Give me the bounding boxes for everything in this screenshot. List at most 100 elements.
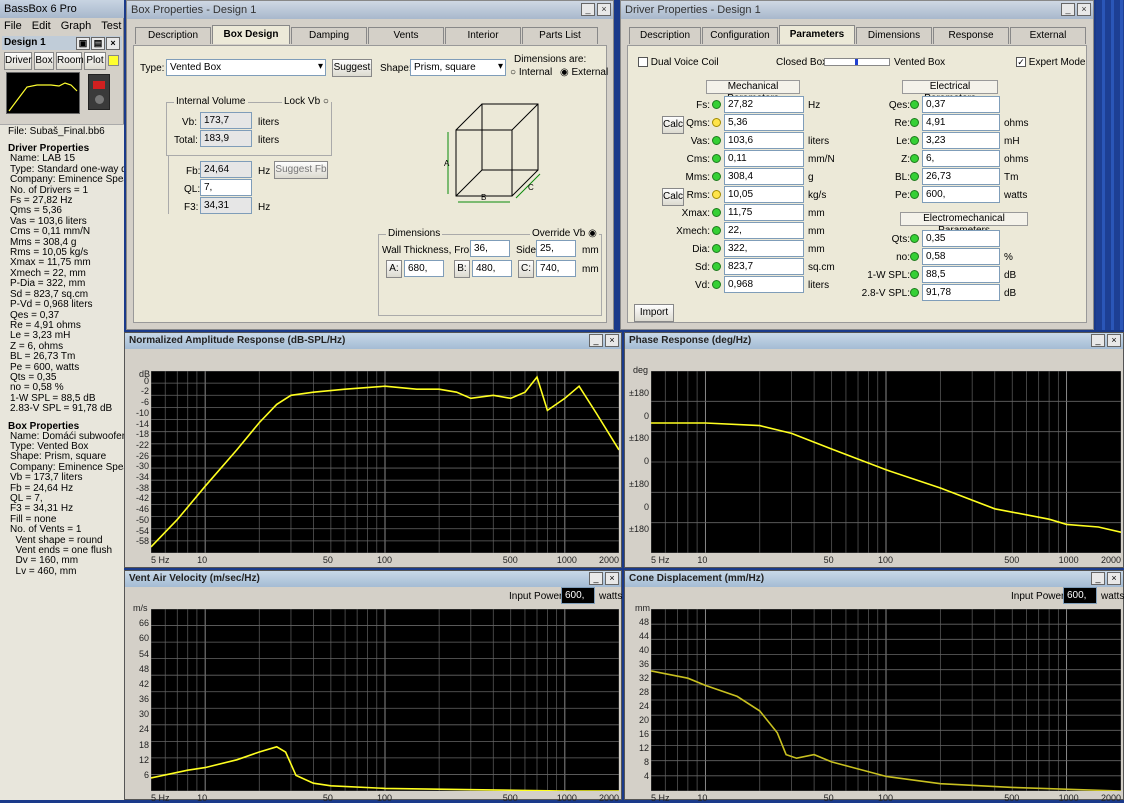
param-field[interactable]: 0,58 (922, 248, 1000, 265)
input-power-field[interactable]: 600, (1063, 587, 1097, 604)
expert-mode-checkbox[interactable]: ✓ Expert Mode (1016, 57, 1085, 68)
override-vb-radio[interactable]: Override Vb ◉ (530, 228, 599, 239)
param-field[interactable]: 6, (922, 150, 1000, 167)
copy-icon[interactable]: ▤ (91, 37, 105, 50)
shape-select[interactable]: Prism, square ▾ (410, 59, 506, 76)
y-tick-label: -54 (135, 525, 149, 536)
param-field[interactable]: 10,05 (724, 186, 804, 203)
plot-button[interactable]: Plot (84, 52, 106, 70)
param-label: Xmech: (676, 226, 710, 237)
param-field[interactable]: 103,6 (724, 132, 804, 149)
suggest-button[interactable]: Suggest (332, 59, 372, 77)
param-field[interactable]: 26,73 (922, 168, 1000, 185)
save-icon[interactable]: ▣ (76, 37, 90, 50)
dual-voice-coil-checkbox[interactable]: Dual Voice Coil (638, 57, 719, 68)
param-field[interactable]: 0,37 (922, 96, 1000, 113)
param-label: 2.8-V SPL: (861, 288, 910, 299)
menu-graph[interactable]: Graph (61, 20, 92, 32)
x-tick-label: 50 (322, 793, 333, 803)
close-icon[interactable]: × (605, 334, 619, 347)
param-field[interactable]: 5,36 (724, 114, 804, 131)
internal-radio[interactable]: ○ Internal (510, 67, 552, 78)
lock-vb-checkbox[interactable]: Lock Vb ○ (282, 96, 331, 107)
dim-c-field[interactable]: 740, (536, 260, 576, 277)
tab-description[interactable]: Description (629, 27, 701, 44)
param-field[interactable]: 0,11 (724, 150, 804, 167)
tab-description[interactable]: Description (135, 27, 211, 44)
front-thickness-field[interactable]: 36, (470, 240, 510, 257)
param-field[interactable]: 22, (724, 222, 804, 239)
menu-edit[interactable]: Edit (32, 20, 51, 32)
cone-displacement-title: Cone Displacement (mm/Hz) (625, 571, 1123, 587)
fb-unit: Hz (258, 166, 271, 177)
minimize-icon[interactable]: _ (589, 334, 603, 347)
param-unit: liters (808, 280, 830, 291)
slider-thumb[interactable] (855, 59, 858, 65)
param-field[interactable]: 322, (724, 240, 804, 257)
input-power-field[interactable]: 600, (561, 587, 595, 604)
close-icon[interactable]: × (1107, 572, 1121, 585)
color-swatch[interactable] (108, 55, 119, 66)
box-button[interactable]: Box (34, 52, 54, 70)
param-field[interactable]: 0,968 (724, 276, 804, 293)
type-select[interactable]: Vented Box ▾ (166, 59, 326, 76)
close-icon[interactable]: × (605, 572, 619, 585)
minimize-icon[interactable]: _ (589, 572, 603, 585)
x-tick-label: 50 (823, 793, 834, 803)
tab-box-design[interactable]: Box Design (212, 25, 290, 44)
dim-b-button[interactable]: B: (454, 260, 470, 278)
tab-interior[interactable]: Interior (445, 27, 521, 44)
param-field[interactable]: 823,7 (724, 258, 804, 275)
minimize-icon[interactable]: _ (581, 3, 595, 16)
param-field[interactable]: 0,35 (922, 230, 1000, 247)
param-field[interactable]: 4,91 (922, 114, 1000, 131)
minimize-icon[interactable]: _ (1061, 3, 1075, 16)
tab-parameters[interactable]: Parameters (779, 25, 855, 44)
param-field[interactable]: 308,4 (724, 168, 804, 185)
y-tick-label: ±180 (629, 433, 649, 444)
room-button[interactable]: Room (56, 52, 84, 70)
f3-label: F3: (184, 202, 199, 213)
status-dot-icon (910, 270, 919, 279)
dimensions-are-label: Dimensions are: (514, 54, 587, 65)
x-tick-label: 100 (878, 793, 894, 803)
box-type-slider[interactable] (824, 58, 890, 66)
tab-dimensions[interactable]: Dimensions (856, 27, 932, 44)
external-radio[interactable]: ◉ External (560, 67, 608, 78)
dim-a-field[interactable]: 680, (404, 260, 444, 277)
menu-test[interactable]: Test (101, 20, 121, 32)
param-label: Qms: (686, 118, 710, 129)
tab-configuration[interactable]: Configuration (702, 27, 778, 44)
tab-damping[interactable]: Damping (291, 27, 367, 44)
tab-parts-list[interactable]: Parts List (522, 27, 598, 44)
x-tick-label: 100 (377, 793, 393, 803)
y-tick-label: -34 (135, 472, 149, 483)
close-icon[interactable]: × (1077, 3, 1091, 16)
close-icon[interactable]: × (597, 3, 611, 16)
menu-file[interactable]: File (4, 20, 22, 32)
param-unit: watts (1004, 190, 1028, 201)
side-thickness-field[interactable]: 25, (536, 240, 576, 257)
param-field[interactable]: 11,75 (724, 204, 804, 221)
ql-field[interactable]: 7, (200, 179, 252, 196)
suggest-fb-button[interactable]: Suggest Fb (274, 161, 328, 179)
driver-window-title: Driver Properties - Design 1 (625, 4, 761, 16)
param-field[interactable]: 600, (922, 186, 1000, 203)
close-icon[interactable]: × (1107, 334, 1121, 347)
dim-c-button[interactable]: C: (518, 260, 534, 278)
param-field[interactable]: 91,78 (922, 284, 1000, 301)
param-field[interactable]: 88,5 (922, 266, 1000, 283)
minimize-icon[interactable]: _ (1091, 334, 1105, 347)
tab-response[interactable]: Response (933, 27, 1009, 44)
minimize-icon[interactable]: _ (1091, 572, 1105, 585)
param-field[interactable]: 27,82 (724, 96, 804, 113)
tab-external[interactable]: External (1010, 27, 1086, 44)
import-button[interactable]: Import (634, 304, 674, 322)
driver-button[interactable]: Driver (4, 52, 32, 70)
dim-b-field[interactable]: 480, (472, 260, 512, 277)
param-field[interactable]: 3,23 (922, 132, 1000, 149)
tab-vents[interactable]: Vents (368, 27, 444, 44)
close-icon[interactable]: × (106, 37, 120, 50)
dim-a-button[interactable]: A: (386, 260, 402, 278)
input-power-unit: watts (599, 591, 623, 602)
